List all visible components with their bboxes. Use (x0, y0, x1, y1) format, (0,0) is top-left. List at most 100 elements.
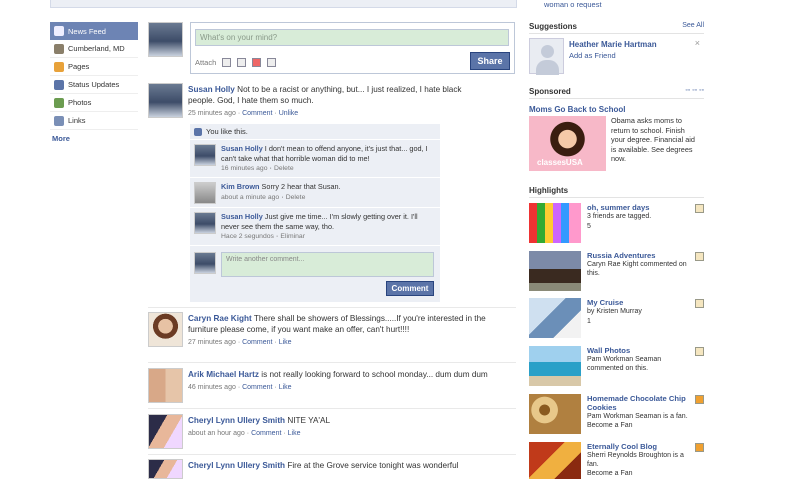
highlight-thumbnail[interactable] (529, 394, 581, 434)
comment-author[interactable]: Susan Holly (221, 212, 263, 221)
highlight-title[interactable]: Homemade Chocolate Chip Cookies (587, 394, 692, 412)
nav-item-photos[interactable]: Photos (50, 94, 138, 112)
like-count[interactable]: 1 (587, 318, 692, 327)
story-author[interactable]: Caryn Rae Kight (188, 314, 252, 323)
comment-button[interactable]: Comment (386, 281, 434, 296)
highlight-title[interactable]: Eternally Cool Blog (587, 442, 692, 451)
avatar[interactable] (194, 144, 216, 166)
avatar[interactable] (148, 414, 183, 449)
story-item: Cheryl Lynn Ullery Smith Fire at the Gro… (188, 461, 459, 470)
photo-album-icon (695, 252, 704, 261)
fan-page-icon (695, 443, 704, 452)
highlight-thumbnail[interactable] (529, 203, 581, 243)
write-comment-input[interactable]: Write another comment... (221, 252, 434, 277)
avatar[interactable] (194, 212, 216, 234)
highlight-thumbnail[interactable] (529, 298, 581, 338)
story-item: Arik Michael Hartz is not really looking… (188, 370, 488, 391)
status-input[interactable]: What's on your mind? (195, 29, 509, 46)
comment-author[interactable]: Kim Brown (221, 182, 260, 191)
like-link[interactable]: Like (288, 430, 301, 437)
nav-item-pages[interactable]: Pages (50, 58, 138, 76)
profile-placeholder-icon[interactable] (529, 38, 564, 75)
story-author[interactable]: Susan Holly (188, 85, 235, 94)
photo-album-icon (695, 204, 704, 213)
suggestion-card: Heather Marie Hartman Add as Friend × (529, 38, 704, 75)
highlight-item: Eternally Cool Blog Sherri Reynolds Brou… (529, 442, 704, 490)
ad-feedback-icons[interactable]: ◦◦ ◦◦ ◦◦ (685, 87, 704, 96)
story-author[interactable]: Cheryl Lynn Ullery Smith (188, 416, 285, 425)
like-link[interactable]: Like (279, 339, 292, 346)
nav-item-news-feed[interactable]: News Feed (50, 22, 138, 40)
avatar[interactable] (148, 368, 183, 403)
link-attach-icon[interactable] (267, 58, 277, 67)
comment-count[interactable]: 5 (587, 223, 692, 232)
comment-link[interactable]: Comment (242, 110, 272, 117)
eliminar-link[interactable]: Eliminar (280, 233, 305, 240)
pages-icon (54, 61, 64, 72)
video-attach-icon[interactable] (237, 58, 247, 67)
event-attach-icon[interactable] (252, 58, 262, 67)
suggested-friend-name[interactable]: Heather Marie Hartman (569, 40, 657, 49)
avatar[interactable] (148, 459, 183, 479)
highlight-thumbnail[interactable] (529, 251, 581, 291)
nav-item-status-updates[interactable]: Status Updates (50, 76, 138, 94)
highlight-item: My Cruise by Kristen Murray 1 (529, 298, 704, 346)
thumbs-up-icon (194, 127, 202, 136)
avatar[interactable] (194, 182, 216, 204)
comments-box: You like this. Susan Holly I don't mean … (190, 124, 440, 302)
attach-label: Attach (195, 58, 217, 67)
story-time: 25 minutes ago (188, 110, 236, 117)
become-fan-link[interactable]: Become a Fan (587, 422, 692, 431)
highlight-title[interactable]: oh, summer days (587, 203, 692, 212)
comment-item: Kim Brown Sorry 2 hear that Susan. about… (190, 178, 440, 208)
story-item: Cheryl Lynn Ullery Smith NITE YA'AL abou… (188, 416, 331, 437)
story-author[interactable]: Arik Michael Hartz (188, 370, 259, 379)
like-link[interactable]: Like (279, 384, 292, 391)
highlight-thumbnail[interactable] (529, 346, 581, 386)
status-composer: What's on your mind? Attach Share (190, 22, 515, 74)
avatar[interactable] (148, 83, 183, 118)
comment-link[interactable]: Comment (242, 384, 272, 391)
avatar[interactable] (148, 312, 183, 347)
attach-bar: Attach (195, 58, 277, 67)
delete-link[interactable]: Delete (286, 194, 306, 201)
highlight-item: Wall Photos Pam Workman Seaman commented… (529, 346, 704, 394)
top-bar (50, 0, 517, 8)
story-author[interactable]: Cheryl Lynn Ullery Smith (188, 461, 285, 470)
highlight-item: Russia Adventures Caryn Rae Kight commen… (529, 251, 704, 299)
nav-more-link[interactable]: More (50, 130, 138, 147)
see-all-link[interactable]: See All (682, 22, 704, 31)
photo-album-icon (695, 347, 704, 356)
photo-attach-icon[interactable] (222, 58, 232, 67)
become-fan-link[interactable]: Become a Fan (587, 470, 692, 479)
links-icon (54, 115, 64, 126)
unlike-link[interactable]: Unlike (279, 110, 298, 117)
comment-item: Susan Holly I don't mean to offend anyon… (190, 140, 440, 178)
ad-image[interactable]: classesUSA (529, 116, 606, 171)
close-icon[interactable]: × (695, 38, 700, 48)
my-avatar[interactable] (148, 22, 183, 57)
divider (148, 362, 516, 363)
highlights-header: Highlights (529, 186, 704, 198)
network-icon (54, 43, 64, 54)
story-item: Caryn Rae Kight There shall be showers o… (188, 314, 486, 346)
divider (148, 454, 516, 455)
highlight-item: oh, summer days 3 friends are tagged. 5 (529, 203, 704, 251)
comment-author[interactable]: Susan Holly (221, 144, 263, 153)
nav-item-cumberland[interactable]: Cumberland, MD (50, 40, 138, 58)
highlight-title[interactable]: Russia Adventures (587, 251, 692, 260)
ad-logo: classesUSA (537, 158, 583, 167)
comment-link[interactable]: Comment (251, 430, 281, 437)
share-button[interactable]: Share (470, 52, 510, 70)
ad-title[interactable]: Moms Go Back to School (529, 105, 625, 114)
top-right-snippet[interactable]: woman o request (544, 0, 602, 9)
left-nav: News Feed Cumberland, MD Pages Status Up… (50, 22, 138, 147)
comment-link[interactable]: Comment (242, 339, 272, 346)
highlight-thumbnail[interactable] (529, 442, 581, 479)
avatar (194, 252, 216, 274)
highlight-title[interactable]: Wall Photos (587, 346, 692, 355)
delete-link[interactable]: Delete (274, 165, 294, 172)
add-as-friend-link[interactable]: Add as Friend (569, 51, 616, 60)
nav-item-links[interactable]: Links (50, 112, 138, 130)
highlight-title[interactable]: My Cruise (587, 298, 692, 307)
